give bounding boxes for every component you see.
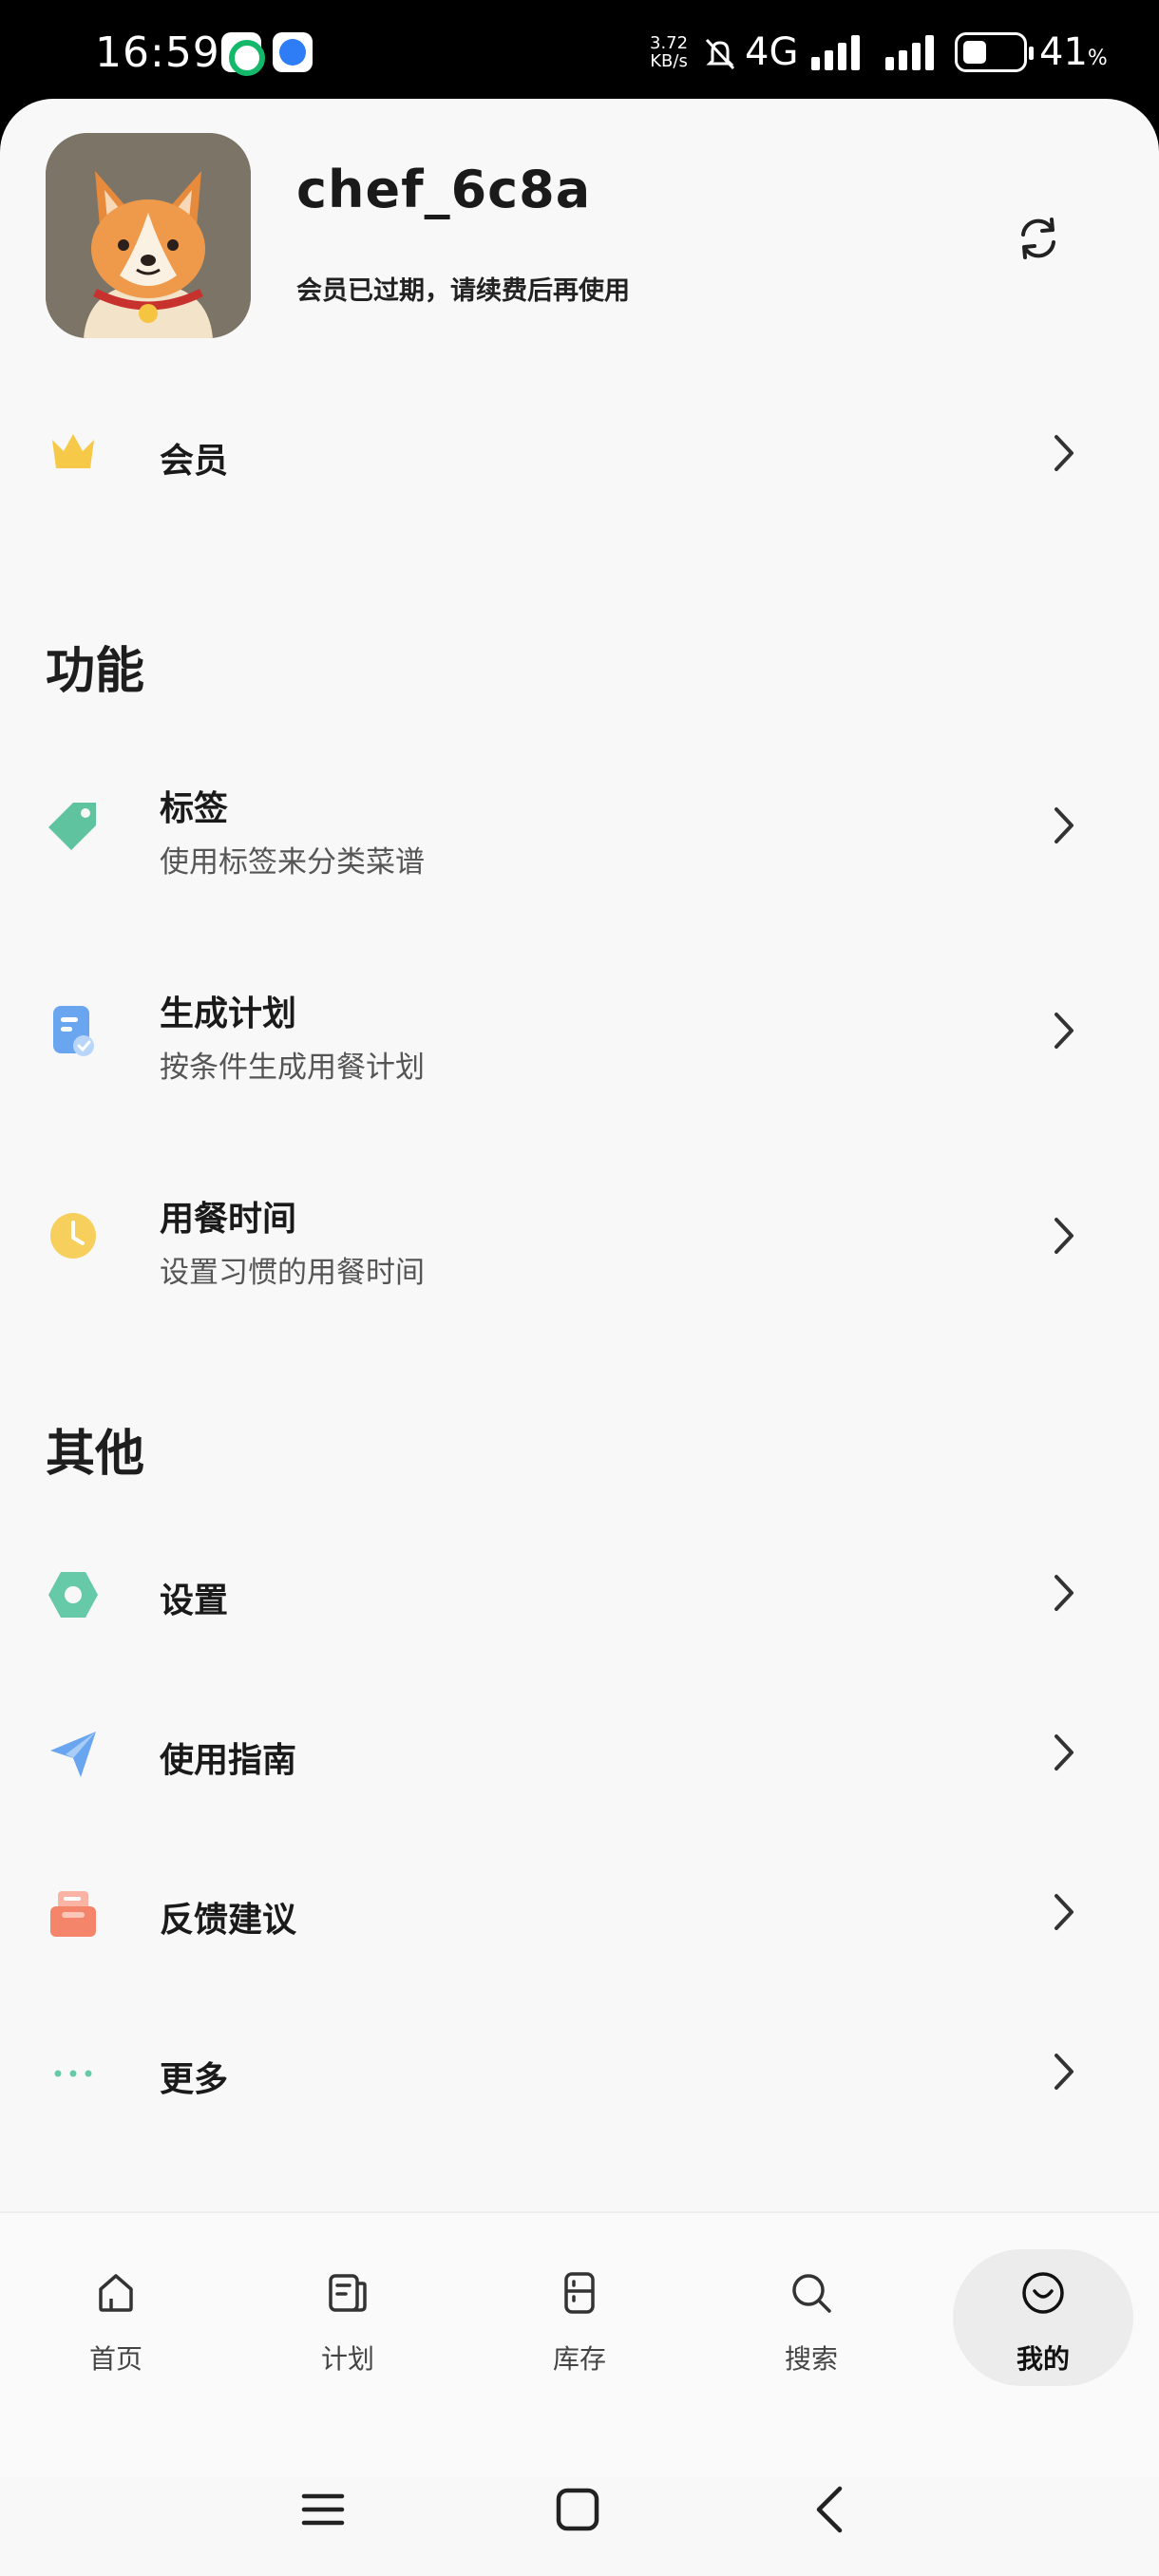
fridge-icon	[564, 2272, 595, 2314]
crown-icon	[46, 424, 101, 479]
more-row[interactable]: 更多	[0, 2002, 1159, 2145]
meal-time-description: 设置习惯的用餐时间	[160, 1256, 425, 1290]
nav-mine[interactable]: 我的	[953, 2249, 1133, 2386]
signal-strength-icon	[811, 35, 860, 70]
battery-percent: 41%	[1039, 30, 1108, 74]
chevron-right-icon	[1054, 807, 1074, 843]
nav-search-label: 搜索	[784, 2343, 838, 2375]
tags-row[interactable]: 标签 使用标签来分类菜谱	[0, 754, 1159, 897]
refresh-button[interactable]	[1005, 205, 1072, 272]
home-icon	[99, 2274, 133, 2312]
membership-row[interactable]: 会员	[0, 384, 1159, 526]
generate-plan-label: 生成计划	[160, 994, 297, 1033]
chevron-right-icon	[1054, 1575, 1074, 1611]
paper-plane-icon	[46, 1727, 101, 1782]
meal-time-row[interactable]: 用餐时间 设置习惯的用餐时间	[0, 1165, 1159, 1307]
network-type: 4G	[745, 30, 799, 74]
chevron-right-icon	[1054, 435, 1074, 471]
feedback-tray-icon	[46, 1886, 101, 1941]
nav-mine-label: 我的	[1016, 2343, 1070, 2375]
tag-icon	[46, 798, 101, 853]
feedback-label: 反馈建议	[160, 1901, 297, 1940]
mute-bell-icon	[705, 38, 735, 70]
username: chef_6c8a	[296, 160, 592, 219]
chevron-right-icon	[1054, 2054, 1074, 2090]
generate-plan-description: 按条件生成用餐计划	[160, 1051, 425, 1085]
more-label: 更多	[160, 2060, 229, 2099]
browser-notification-icon	[273, 32, 313, 72]
feedback-row[interactable]: 反馈建议	[0, 1843, 1159, 1985]
chevron-right-icon	[1054, 1894, 1074, 1930]
chevron-right-icon	[1054, 1218, 1074, 1254]
nav-inventory[interactable]: 库存	[489, 2249, 670, 2386]
nav-inventory-label: 库存	[552, 2343, 606, 2375]
chevron-right-icon	[1054, 1013, 1074, 1049]
tags-description: 使用标签来分类菜谱	[160, 845, 425, 880]
refresh-icon	[1021, 218, 1055, 259]
network-speed-value: 3.72	[650, 33, 689, 53]
network-speed-unit: KB/s	[650, 51, 688, 71]
nav-plan-label: 计划	[320, 2343, 374, 2375]
back-icon[interactable]	[802, 2481, 859, 2538]
more-dots-icon	[46, 2046, 101, 2101]
wechat-notification-icon	[221, 32, 265, 76]
profile-page: chef_6c8a 会员已过期，请续费后再使用 会员 功能 标签 使用标签来分类…	[0, 99, 1159, 2576]
avatar[interactable]	[46, 133, 251, 338]
meal-time-label: 用餐时间	[160, 1200, 297, 1239]
nav-plan[interactable]: 计划	[257, 2249, 438, 2386]
others-section-title: 其他	[46, 1426, 145, 1483]
status-bar: 16:59 3.72 KB/s 4G 41%	[0, 0, 1159, 106]
chevron-right-icon	[1054, 1734, 1074, 1771]
battery-icon	[955, 32, 1034, 72]
clock-icon	[46, 1208, 101, 1263]
signal-strength-icon	[885, 35, 934, 70]
membership-status-text: 会员已过期，请续费后再使用	[296, 276, 630, 306]
home-square-icon[interactable]	[549, 2481, 606, 2538]
user-guide-row[interactable]: 使用指南	[0, 1683, 1159, 1826]
nav-home[interactable]: 首页	[26, 2249, 206, 2386]
search-icon	[792, 2274, 831, 2313]
menu-icon[interactable]	[294, 2481, 352, 2538]
plan-icon	[329, 2274, 367, 2312]
network-speed: 3.72 KB/s	[650, 34, 688, 70]
corgi-avatar-icon	[46, 133, 251, 338]
bottom-navigation: 首页 计划 库存 搜索 我的	[0, 2211, 1159, 2533]
plan-document-icon	[46, 1003, 101, 1058]
settings-row[interactable]: 设置	[0, 1524, 1159, 1666]
generate-plan-row[interactable]: 生成计划 按条件生成用餐计划	[0, 959, 1159, 1102]
settings-hexagon-icon	[46, 1567, 101, 1622]
status-time: 16:59	[95, 28, 220, 77]
user-guide-label: 使用指南	[160, 1741, 297, 1780]
membership-label: 会员	[160, 442, 229, 481]
tags-label: 标签	[160, 789, 229, 828]
smiley-icon	[1022, 2272, 1064, 2314]
features-section-title: 功能	[46, 643, 145, 700]
nav-search[interactable]: 搜索	[721, 2249, 902, 2386]
nav-home-label: 首页	[88, 2343, 142, 2375]
settings-label: 设置	[160, 1582, 229, 1620]
